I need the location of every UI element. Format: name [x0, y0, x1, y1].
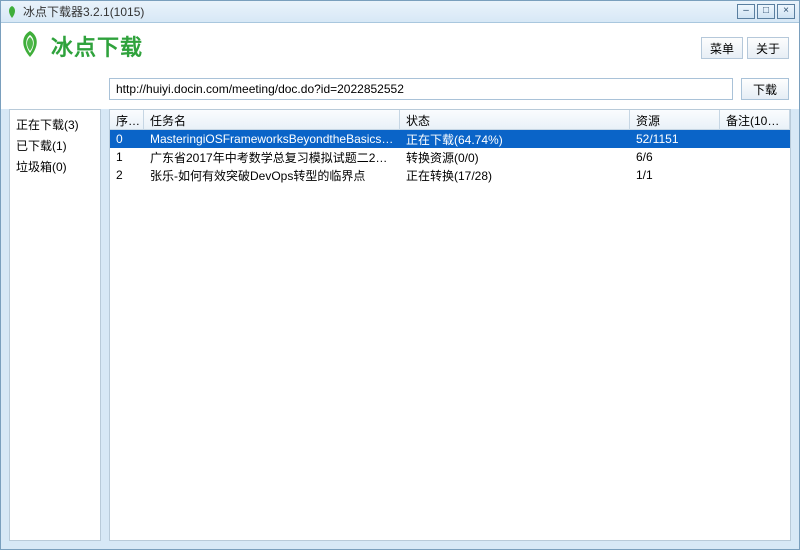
app-window: 冰点下载器3.2.1(1015) – □ × 冰点下载 菜单 关于 下载 正在下… [0, 0, 800, 550]
header: 冰点下载 菜单 关于 [1, 23, 799, 75]
cell-status: 正在转换(17/28) [400, 165, 630, 186]
col-header-remark[interactable]: 备注(1015) [720, 110, 790, 129]
logo-text: 冰点下载 [51, 30, 143, 62]
table-row[interactable]: 2张乐-如何有效突破DevOps转型的临界点正在转换(17/28)1/1 [110, 166, 790, 184]
about-button[interactable]: 关于 [747, 37, 789, 59]
cell-name: 张乐-如何有效突破DevOps转型的临界点 [144, 165, 400, 186]
cell-remark [720, 173, 790, 177]
cell-remark [720, 137, 790, 141]
download-table: 序号 任务名 状态 资源 备注(1015) 0MasteringiOSFrame… [109, 109, 791, 541]
cell-name: MasteringiOSFrameworksBeyondtheBasics,2n… [144, 130, 400, 148]
maximize-button[interactable]: □ [757, 4, 775, 19]
app-icon [5, 5, 19, 19]
cell-resource: 52/1151 [630, 130, 720, 148]
col-header-name[interactable]: 任务名 [144, 110, 400, 129]
col-header-index[interactable]: 序号 [110, 110, 144, 129]
sidebar-item-trash[interactable]: 垃圾箱(0) [12, 156, 98, 177]
sidebar-item-downloading[interactable]: 正在下载(3) [12, 114, 98, 135]
cell-resource: 1/1 [630, 166, 720, 184]
window-controls: – □ × [737, 4, 795, 19]
url-row: 下载 [1, 75, 799, 109]
logo: 冰点下载 [15, 29, 143, 62]
window-title: 冰点下载器3.2.1(1015) [23, 3, 737, 20]
titlebar[interactable]: 冰点下载器3.2.1(1015) – □ × [1, 1, 799, 23]
minimize-button[interactable]: – [737, 4, 755, 19]
table-row[interactable]: 1广东省2017年中考数学总复习模拟试题二201707...转换资源(0/0)6… [110, 148, 790, 166]
cell-index: 2 [110, 166, 144, 184]
table-row[interactable]: 0MasteringiOSFrameworksBeyondtheBasics,2… [110, 130, 790, 148]
cell-remark [720, 155, 790, 159]
table-body: 0MasteringiOSFrameworksBeyondtheBasics,2… [110, 130, 790, 540]
cell-index: 0 [110, 130, 144, 148]
menu-buttons: 菜单 关于 [701, 37, 789, 59]
close-button[interactable]: × [777, 4, 795, 19]
url-input[interactable] [109, 78, 733, 100]
download-button[interactable]: 下载 [741, 78, 789, 100]
sidebar: 正在下载(3) 已下载(1) 垃圾箱(0) [9, 109, 101, 541]
content-area: 正在下载(3) 已下载(1) 垃圾箱(0) 序号 任务名 状态 资源 备注(10… [1, 109, 799, 549]
cell-index: 1 [110, 148, 144, 166]
col-header-resource[interactable]: 资源 [630, 110, 720, 129]
menu-button[interactable]: 菜单 [701, 37, 743, 59]
sidebar-item-downloaded[interactable]: 已下载(1) [12, 135, 98, 156]
logo-icon [15, 29, 45, 62]
cell-resource: 6/6 [630, 148, 720, 166]
col-header-status[interactable]: 状态 [400, 110, 630, 129]
table-header: 序号 任务名 状态 资源 备注(1015) [110, 110, 790, 130]
